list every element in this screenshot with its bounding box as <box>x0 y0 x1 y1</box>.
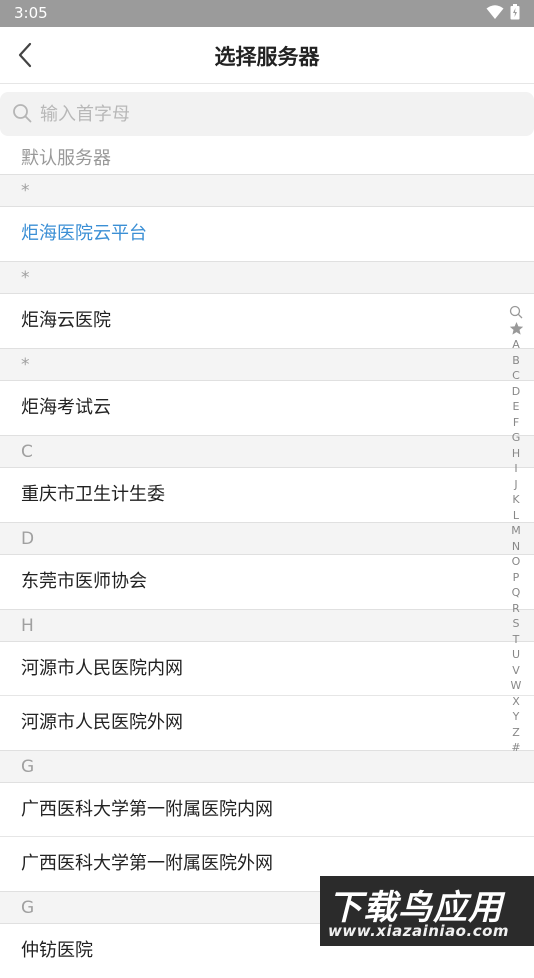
index-letter[interactable]: W <box>511 678 522 694</box>
section-header: C <box>0 435 534 468</box>
index-star-icon[interactable] <box>509 321 524 336</box>
index-letter[interactable]: G <box>512 430 521 446</box>
index-letter[interactable]: E <box>513 399 520 415</box>
index-letter[interactable]: F <box>513 415 519 431</box>
section-header: * <box>0 174 534 207</box>
search-box[interactable] <box>0 92 534 136</box>
index-letter[interactable]: C <box>512 368 520 384</box>
index-letter[interactable]: R <box>512 601 520 617</box>
watermark-logo: 下载鸟应用 www.xiazainiao.com <box>320 876 534 946</box>
index-letter[interactable]: N <box>512 539 520 555</box>
status-bar: 3:05 <box>0 0 534 27</box>
default-server-label: 默认服务器 <box>21 148 111 169</box>
server-list-item[interactable]: 东莞市医师协会 <box>0 555 534 609</box>
wifi-icon <box>486 5 504 19</box>
battery-icon <box>510 4 520 20</box>
index-letter[interactable]: U <box>512 647 520 663</box>
index-letter[interactable]: L <box>513 508 519 524</box>
section-header: * <box>0 261 534 294</box>
server-list-item[interactable]: 河源市人民医院内网 <box>0 642 534 696</box>
index-letter[interactable]: D <box>512 384 520 400</box>
page-title: 选择服务器 <box>214 45 320 69</box>
index-letter[interactable]: M <box>511 523 521 539</box>
index-letter[interactable]: X <box>512 694 520 710</box>
server-list-item[interactable]: 重庆市卫生计生委 <box>0 468 534 522</box>
index-letter[interactable]: H <box>512 446 520 462</box>
alphabet-index-bar[interactable]: A B C D E F G H I J K L M N O P Q R S T U V W X Y Z # <box>508 305 524 756</box>
server-list-item[interactable]: 炬海考试云 <box>0 381 534 435</box>
index-letter[interactable]: Z <box>512 725 520 741</box>
search-input[interactable] <box>38 98 482 130</box>
index-letter[interactable]: S <box>513 616 520 632</box>
status-time: 3:05 <box>14 4 48 22</box>
section-header: * <box>0 348 534 381</box>
server-list: * 炬海医院云平台 * 炬海云医院 * 炬海考试云 C 重庆市卫生计生委 D 东莞市医师协会 H 河源… <box>0 174 534 978</box>
index-letter[interactable]: P <box>513 570 520 586</box>
section-header: G <box>0 750 534 783</box>
title-bar: 选择服务器 <box>0 27 534 84</box>
index-letter[interactable]: B <box>512 353 520 369</box>
index-letter[interactable]: V <box>512 663 520 679</box>
server-list-item[interactable]: 广西医科大学第一附属医院内网 <box>0 783 534 837</box>
status-icons <box>486 4 520 20</box>
watermark-url: www.xiazainiao.com <box>328 922 510 940</box>
index-letter[interactable]: A <box>512 337 520 353</box>
index-letter[interactable]: # <box>511 740 520 756</box>
section-header: H <box>0 609 534 642</box>
section-header: D <box>0 522 534 555</box>
search-icon <box>13 104 32 123</box>
index-search-icon[interactable] <box>509 305 523 319</box>
index-letter[interactable]: Y <box>513 709 520 725</box>
index-letter[interactable]: I <box>514 461 517 477</box>
index-letter[interactable]: O <box>512 554 521 570</box>
server-list-item[interactable]: 炬海云医院 <box>0 294 534 348</box>
server-list-item[interactable]: 炬海医院云平台 <box>0 207 534 261</box>
index-letter[interactable]: K <box>512 492 519 508</box>
index-letter[interactable]: T <box>513 632 520 648</box>
server-list-item[interactable]: 河源市人民医院外网 <box>0 696 534 750</box>
index-letter[interactable]: J <box>514 477 517 493</box>
index-letter[interactable]: Q <box>512 585 521 601</box>
